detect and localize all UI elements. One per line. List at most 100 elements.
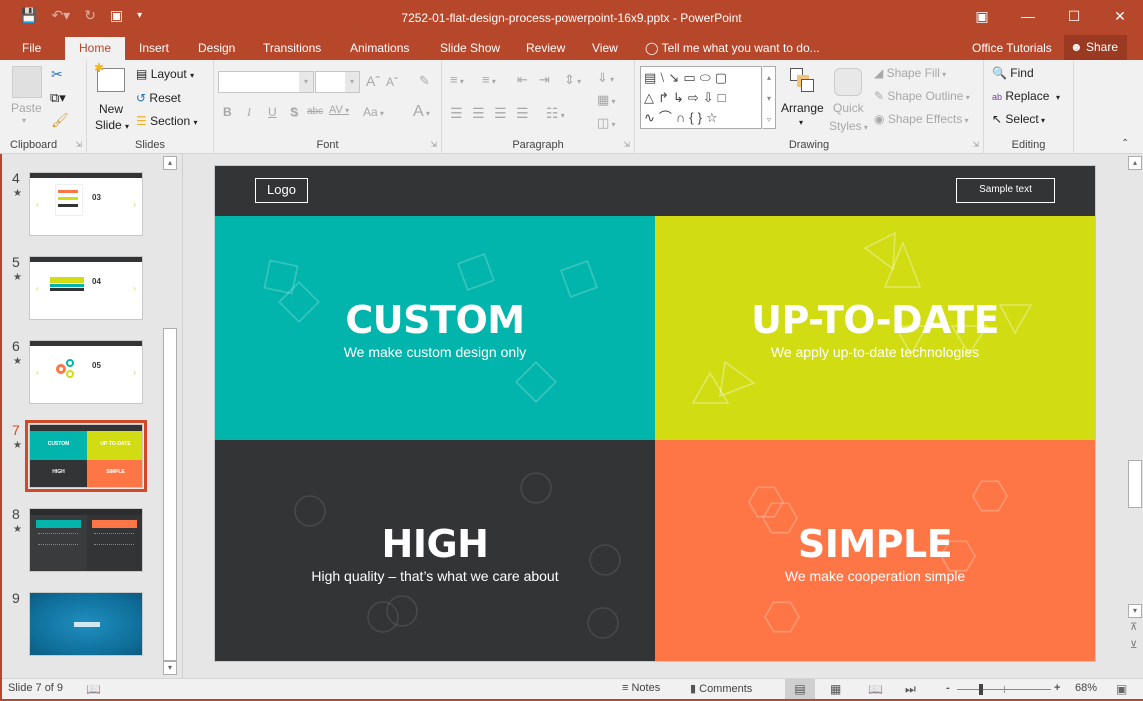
numbering-icon[interactable]: ≡ ▾ <box>482 72 496 87</box>
slide-thumbnail-8[interactable] <box>29 508 143 572</box>
bold-button[interactable]: B <box>223 105 232 119</box>
sample-text-box[interactable]: Sample text <box>956 178 1055 203</box>
quadrant-simple[interactable]: SIMPLE We make cooperation simple <box>655 440 1095 661</box>
elbow-connector-icon[interactable]: ↱ <box>658 90 673 105</box>
zoom-in-button[interactable]: + <box>1054 682 1060 694</box>
scroll-up-icon[interactable]: ▴ <box>1128 156 1142 170</box>
new-slide-button[interactable]: Slide ▾ <box>95 118 129 132</box>
right-arrow-shape-icon[interactable]: ⇨ <box>688 90 703 105</box>
fit-slide-icon[interactable]: ▣ <box>1116 682 1127 696</box>
format-painter-icon[interactable]: 🖌 <box>51 112 69 129</box>
quick-styles-button[interactable]: Styles ▾ <box>829 119 868 133</box>
right-brace-icon[interactable]: } <box>698 110 706 125</box>
textbox-shape-icon[interactable]: ▤ <box>644 70 660 85</box>
zoom-slider[interactable] <box>957 684 1051 695</box>
slide-sorter-icon[interactable]: ▦ <box>830 682 841 696</box>
decrease-font-size-icon[interactable]: Aˇ <box>386 75 398 89</box>
tab-transitions[interactable]: Transitions <box>253 37 331 60</box>
decrease-indent-icon[interactable]: ⇤ <box>517 72 528 88</box>
tab-view[interactable]: View <box>582 37 628 60</box>
arrange-icon[interactable] <box>790 68 814 92</box>
layout-button[interactable]: ▤ Layout ▾ <box>136 67 194 81</box>
minimize-icon[interactable]: — <box>1005 0 1051 32</box>
drawing-launcher-icon[interactable]: ⇲ <box>972 140 979 149</box>
reset-button[interactable]: ↺ Reset <box>136 91 181 105</box>
tab-slide-show[interactable]: Slide Show <box>430 37 510 60</box>
align-text-icon[interactable]: ▦ ▾ <box>597 92 616 108</box>
italic-button[interactable]: I <box>247 105 251 120</box>
section-button[interactable]: ☰ Section ▾ <box>136 114 198 128</box>
notes-button[interactable]: ≡ Notes <box>622 682 660 694</box>
increase-indent-icon[interactable]: ⇥ <box>539 72 550 88</box>
font-size-input[interactable]: ▾ <box>315 71 360 93</box>
triangle-shape-icon[interactable]: △ <box>644 90 658 105</box>
snip-shape-icon[interactable]: □ <box>718 90 730 105</box>
paste-dropdown-icon[interactable]: ▾ <box>22 116 26 125</box>
down-arrow-shape-icon[interactable]: ⇩ <box>703 90 718 105</box>
paragraph-launcher-icon[interactable]: ⇲ <box>623 140 630 149</box>
close-icon[interactable]: ✕ <box>1097 0 1143 32</box>
pane-divider[interactable] <box>182 154 183 678</box>
scroll-down-icon[interactable]: ▾ <box>163 661 177 675</box>
tell-me-search[interactable]: ◯ Tell me what you want to do... <box>645 37 820 60</box>
text-direction-icon[interactable]: ⇓ ▾ <box>597 70 614 86</box>
columns-icon[interactable]: ☷ ▾ <box>546 105 565 122</box>
convert-to-smartart-icon[interactable]: ◫ ▾ <box>597 115 616 131</box>
zoom-out-button[interactable]: - <box>946 682 950 694</box>
shapes-gallery[interactable]: ▤⧵↘▭⬭▢ △↱↳⇨⇩□ ∿⌒∩{}☆ <box>640 66 762 129</box>
bullets-icon[interactable]: ≡ ▾ <box>450 72 464 87</box>
shape-outline-button[interactable]: ✎ Shape Outline ▾ <box>874 89 970 103</box>
reading-view-icon[interactable]: 📖 <box>868 682 883 696</box>
slide-thumbnail-9[interactable] <box>29 592 143 656</box>
font-name-input[interactable]: ▾ <box>218 71 314 93</box>
next-slide-icon[interactable]: ⊻ <box>1130 640 1137 651</box>
replace-button[interactable]: ab Replace ▾ <box>992 89 1060 103</box>
normal-view-icon[interactable]: ▤ <box>785 679 815 699</box>
underline-button[interactable]: U <box>268 105 277 119</box>
font-launcher-icon[interactable]: ⇲ <box>430 140 437 149</box>
shape-fill-button[interactable]: ◢ Shape Fill ▾ <box>874 66 946 80</box>
slide-thumbnail-6[interactable]: 05 ‹ › <box>29 340 143 404</box>
arrow-line-shape-icon[interactable]: ↘ <box>668 70 683 85</box>
slide-scrollbar-thumb[interactable] <box>1128 460 1142 508</box>
new-slide-icon[interactable]: ✱ <box>94 61 125 92</box>
tab-insert[interactable]: Insert <box>129 37 179 60</box>
slide-vertical-scrollbar[interactable]: ▴ ▾ ⊼ ⊻ <box>1126 154 1143 678</box>
elbow-arrow-icon[interactable]: ↳ <box>673 90 688 105</box>
curve-shape-icon[interactable]: ∩ <box>676 110 689 125</box>
share-button[interactable]: ☻ Share <box>1064 35 1127 60</box>
cut-icon[interactable]: ✂ <box>51 66 63 83</box>
zoom-slider-handle[interactable] <box>979 684 983 695</box>
line-spacing-icon[interactable]: ⇕ ▾ <box>564 72 581 88</box>
strikethrough-button[interactable]: abc <box>307 106 323 117</box>
slide-thumbnail-7[interactable]: CUSTOM UP-TO-DATE HIGH SIMPLE <box>25 420 147 492</box>
paste-button[interactable]: Paste <box>11 101 42 115</box>
tab-review[interactable]: Review <box>516 37 575 60</box>
font-color-button[interactable]: A ▾ <box>413 103 430 121</box>
copy-icon[interactable]: ⧉▾ <box>50 90 66 106</box>
account-name[interactable]: Office Tutorials <box>972 37 1052 60</box>
freeform-shape-icon[interactable]: ∿ <box>644 110 659 125</box>
star-shape-icon[interactable]: ☆ <box>706 110 722 125</box>
tab-file[interactable]: File <box>12 37 51 60</box>
font-name-dropdown-icon[interactable]: ▾ <box>299 72 313 92</box>
rectangle-shape-icon[interactable]: ▭ <box>683 70 699 85</box>
align-left-icon[interactable]: ☰ <box>450 105 463 122</box>
character-spacing-button[interactable]: AV ▾ <box>329 104 349 116</box>
align-right-icon[interactable]: ☰ <box>494 105 507 122</box>
logo-placeholder[interactable]: Logo <box>255 178 308 203</box>
scroll-down-icon[interactable]: ▾ <box>1128 604 1142 618</box>
quadrant-up-to-date[interactable]: UP-TO-DATE We apply up-to-date technolog… <box>655 216 1095 440</box>
justify-icon[interactable]: ☰ <box>516 105 529 122</box>
ribbon-display-options-icon[interactable]: ▣ <box>959 0 1005 32</box>
shapes-gallery-scroll[interactable]: ▴ ▾ ▿ <box>763 66 776 129</box>
spell-check-icon[interactable]: 📖 <box>86 682 101 696</box>
scrollbar-thumb[interactable] <box>163 328 177 661</box>
tab-home[interactable]: Home <box>65 37 125 60</box>
clear-formatting-icon[interactable]: ✎ <box>419 73 430 89</box>
slide-thumbnail-4[interactable]: 03 ‹ › <box>29 172 143 236</box>
scroll-up-icon[interactable]: ▴ <box>163 156 177 170</box>
thumbnails-scrollbar[interactable]: ▴ ▾ <box>162 154 178 678</box>
text-shadow-button[interactable]: S <box>290 105 298 119</box>
increase-font-size-icon[interactable]: Aˆ <box>366 73 380 89</box>
